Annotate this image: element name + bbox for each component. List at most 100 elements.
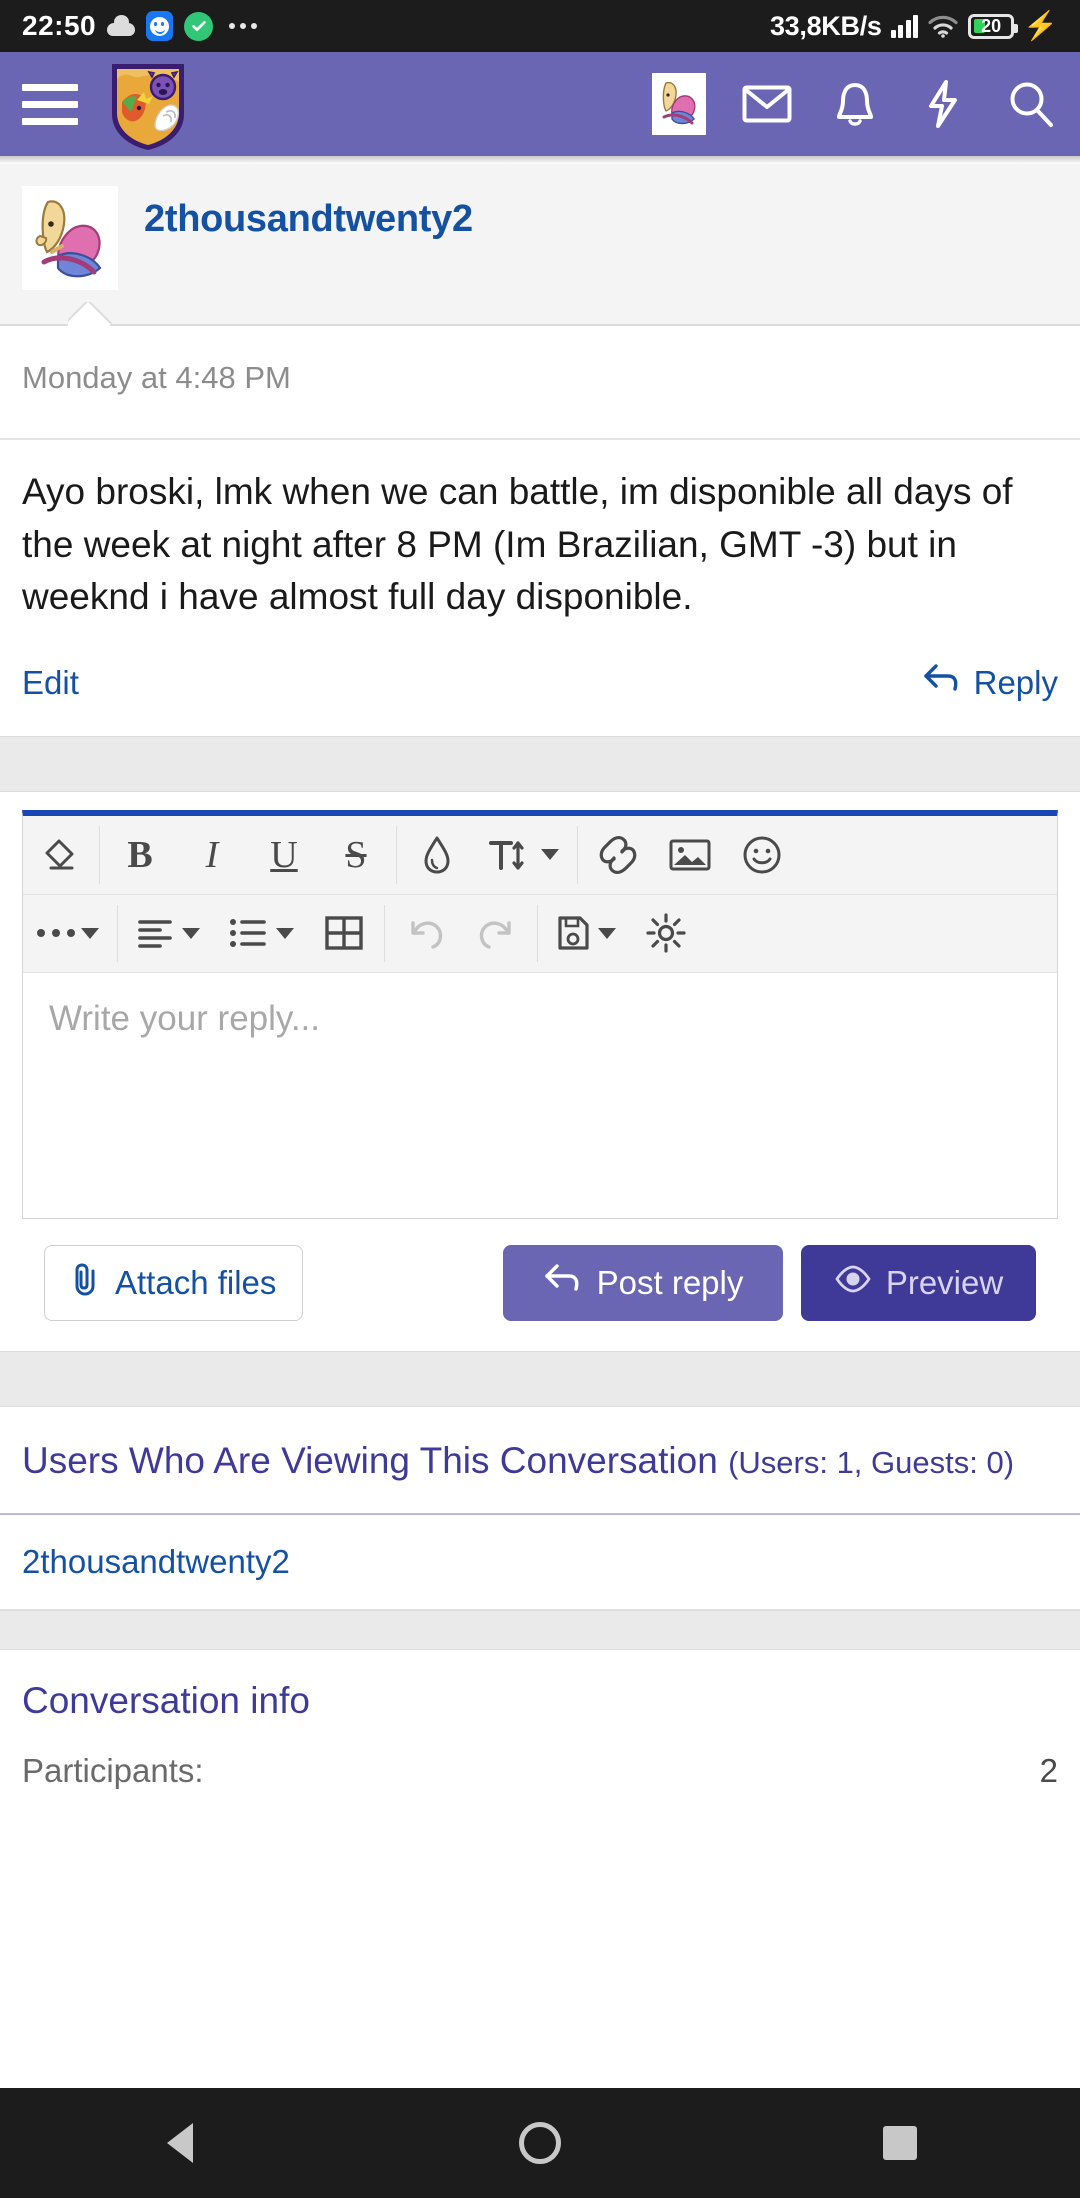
- editor-settings-icon[interactable]: [630, 895, 702, 972]
- smiley-icon: [146, 11, 174, 41]
- reply-label: Reply: [973, 663, 1058, 701]
- insert-link-icon[interactable]: [582, 816, 654, 894]
- page-content: 2thousandtwenty2 Monday at 4:48 PM Ayo b…: [0, 156, 1080, 2198]
- back-triangle-icon: [167, 2123, 193, 2163]
- status-clock: 22:50: [22, 10, 97, 41]
- avatar: [652, 73, 706, 135]
- toolbar-separator: [396, 825, 397, 884]
- post-body: Ayo broski, lmk when we can battle, im d…: [22, 471, 1013, 618]
- header-shadow: [0, 156, 1080, 164]
- app-header: [0, 52, 1080, 156]
- list-icon[interactable]: [214, 895, 308, 972]
- reply-editor: B I U S Write your reply...: [22, 809, 1058, 1219]
- redo-icon[interactable]: [461, 895, 533, 972]
- viewer-list-item[interactable]: 2thousandtwenty2: [0, 1515, 1080, 1610]
- preview-button[interactable]: Preview: [801, 1244, 1036, 1321]
- toolbar-separator: [99, 825, 100, 884]
- whats-new-button[interactable]: [916, 77, 970, 131]
- post-avatar[interactable]: [22, 186, 118, 290]
- chevron-down-icon: [81, 927, 99, 939]
- post-reply-label: Post reply: [596, 1263, 744, 1301]
- battery-percent-label: 20: [981, 15, 1002, 36]
- network-speed-label: 33,8KB/s: [769, 10, 882, 41]
- cloud-icon: [107, 15, 136, 36]
- chevron-down-icon: [541, 849, 559, 861]
- section-divider-3: [0, 1609, 1080, 1650]
- preview-label: Preview: [885, 1263, 1004, 1301]
- strikethrough-icon[interactable]: S: [320, 816, 392, 894]
- text-align-icon[interactable]: [122, 895, 214, 972]
- viewers-counts: (Users: 1, Guests: 0): [728, 1444, 1015, 1480]
- text-color-icon[interactable]: [401, 816, 473, 894]
- post-header: 2thousandtwenty2: [0, 164, 1080, 326]
- forum-logo[interactable]: [106, 56, 190, 152]
- status-left-group: 22:50: [22, 10, 258, 42]
- alerts-button[interactable]: [828, 77, 882, 131]
- nav-recents-button[interactable]: [845, 2088, 955, 2198]
- android-status-bar: 22:50 33,8KB/s 20 ⚡: [0, 0, 1080, 52]
- editor-button-row: Attach files Post reply Preview: [22, 1219, 1058, 1351]
- post-date-row: Monday at 4:48 PM: [0, 326, 1080, 440]
- charging-bolt-icon: ⚡: [1023, 10, 1058, 41]
- toolbar-separator: [577, 825, 578, 884]
- insert-image-icon[interactable]: [654, 816, 726, 894]
- android-nav-bar: [0, 2088, 1080, 2198]
- section-divider-1: [0, 735, 1080, 792]
- attach-files-label: Attach files: [115, 1263, 277, 1301]
- reply-editor-wrapper: B I U S Write your reply... Attach files…: [0, 791, 1080, 1351]
- bold-icon[interactable]: B: [104, 816, 176, 894]
- post-actions: Edit Reply: [0, 634, 1080, 736]
- reply-textarea[interactable]: Write your reply...: [23, 971, 1057, 1218]
- nav-home-button[interactable]: [485, 2088, 595, 2198]
- paperclip-icon: [71, 1262, 101, 1304]
- status-right-group: 33,8KB/s 20 ⚡: [770, 11, 1058, 42]
- recents-square-icon: [883, 2126, 917, 2160]
- insert-table-icon[interactable]: [308, 895, 380, 972]
- battery-icon: 20: [968, 13, 1019, 39]
- nav-back-button[interactable]: [125, 2088, 235, 2198]
- overflow-dots-icon: [229, 23, 258, 29]
- chevron-down-icon: [598, 927, 616, 939]
- participants-row: Participants: 2: [0, 1742, 1080, 1790]
- inbox-button[interactable]: [740, 77, 794, 131]
- reply-arrow-icon: [922, 662, 962, 704]
- undo-icon[interactable]: [389, 895, 461, 972]
- participants-value: 2: [1039, 1751, 1058, 1789]
- participants-label: Participants:: [22, 1751, 204, 1789]
- eye-icon: [834, 1263, 872, 1303]
- post-reply-button[interactable]: Post reply: [503, 1244, 783, 1321]
- post-notch: [68, 302, 114, 326]
- check-circle-icon: [184, 11, 214, 41]
- editor-toolbar-row-1: B I U S: [23, 816, 1057, 894]
- app-header-actions: [652, 73, 1058, 135]
- reply-button[interactable]: Reply: [922, 662, 1058, 704]
- remove-formatting-icon[interactable]: [23, 816, 95, 894]
- edit-button[interactable]: Edit: [22, 664, 79, 702]
- user-avatar-button[interactable]: [652, 73, 706, 135]
- editor-toolbar-row-2: [23, 893, 1057, 972]
- viewers-title[interactable]: Users Who Are Viewing This Conversation: [22, 1440, 718, 1481]
- post-username[interactable]: 2thousandtwenty2: [144, 198, 473, 241]
- hamburger-menu-icon[interactable]: [22, 83, 78, 125]
- attach-files-button[interactable]: Attach files: [44, 1244, 304, 1321]
- conversation-info-title: Conversation info: [22, 1679, 310, 1721]
- smilies-icon[interactable]: [726, 816, 798, 894]
- mobile-screen: 22:50 33,8KB/s 20 ⚡ 2thousandtwenty2 Mon…: [0, 0, 1080, 2198]
- wifi-icon: [927, 14, 959, 39]
- chevron-down-icon: [276, 927, 294, 939]
- drafts-icon[interactable]: [542, 895, 630, 972]
- toolbar-separator: [117, 904, 118, 962]
- viewers-section-header: Users Who Are Viewing This Conversation …: [0, 1407, 1080, 1515]
- home-circle-icon: [519, 2122, 561, 2164]
- toolbar-separator: [384, 904, 385, 962]
- chevron-down-icon: [182, 927, 200, 939]
- font-size-icon[interactable]: [473, 816, 573, 894]
- reply-arrow-icon: [543, 1262, 583, 1304]
- toolbar-separator: [537, 904, 538, 962]
- italic-icon[interactable]: I: [176, 816, 248, 894]
- search-button[interactable]: [1004, 77, 1058, 131]
- signal-icon: [890, 14, 919, 38]
- post-date[interactable]: Monday at 4:48 PM: [22, 360, 1058, 418]
- underline-icon[interactable]: U: [248, 816, 320, 894]
- more-options-icon[interactable]: [23, 895, 113, 972]
